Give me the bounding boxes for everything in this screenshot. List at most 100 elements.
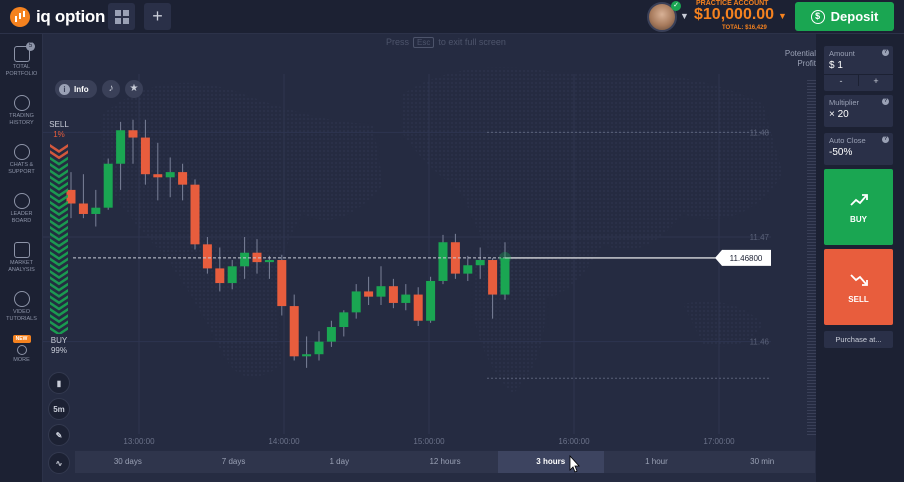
candle-body (165, 172, 175, 178)
timeframe-bar: 30 days 7 days 1 day 12 hours 3 hours 1 hour 3… (75, 451, 815, 473)
live-point-glow (499, 251, 511, 264)
candle-body (351, 291, 361, 313)
sidebar-item-video-tutorials[interactable]: VIDEO TUTORIALS (0, 291, 43, 322)
timeframe-option[interactable]: 30 days (75, 451, 181, 473)
sidebar-item-more[interactable]: NEW MORE (0, 335, 43, 364)
auto-close-value[interactable]: -50% (824, 145, 893, 161)
sell-label: SELL (848, 295, 869, 304)
y-tick-label: 11.48 (750, 128, 770, 137)
multiplier-field[interactable]: Multiplier? × 20 (824, 95, 893, 127)
app-window: iq option + ✓ ▼ PRACTICE ACCOUNT $10,000… (0, 0, 904, 482)
account-balance[interactable]: $10,000.00 (694, 6, 774, 24)
dollar-icon: $ (810, 9, 825, 24)
help-icon[interactable]: ? (882, 136, 889, 143)
deposit-label: Deposit (830, 9, 879, 24)
sidebar-item-label: TRADING HISTORY (9, 113, 34, 126)
grid-icon (114, 9, 129, 24)
chevron-down-icon[interactable]: ▼ (680, 11, 689, 21)
timeframe-option[interactable]: 3 hours (497, 451, 604, 473)
balance-chevron-down-icon[interactable]: ▼ (778, 11, 787, 21)
favorite-button[interactable]: ★ (125, 80, 143, 98)
candle-body (376, 286, 386, 297)
candle-body (240, 252, 250, 267)
account-total: TOTAL: $16,429 (722, 25, 767, 31)
leaderboard-icon (13, 193, 30, 209)
candle-body (413, 294, 423, 321)
candle-body (215, 268, 225, 284)
sidebar-item-history[interactable]: TRADING HISTORY (0, 95, 43, 126)
candle-timeframe-button[interactable]: 5m (48, 398, 70, 420)
drawing-tools-button[interactable]: ✎ (48, 424, 70, 446)
multiplier-label: Multiplier? (829, 98, 889, 107)
multiplier-value[interactable]: × 20 (824, 107, 893, 123)
auto-close-label: Auto Close? (829, 136, 889, 145)
sell-button[interactable]: SELL (824, 249, 893, 325)
x-tick-label: 14:00:00 (268, 437, 300, 446)
candle-body (401, 294, 411, 303)
candle-body (178, 172, 188, 185)
logo-icon (10, 7, 30, 27)
timeframe-option[interactable]: 7 days (181, 451, 287, 473)
sidebar-item-label: CHATS & SUPPORT (8, 162, 35, 175)
y-tick-label: 11.47 (750, 233, 770, 242)
candle-body (475, 260, 485, 266)
buy-sentiment: BUY 99% (48, 336, 70, 356)
sidebar-item-chats[interactable]: CHATS & SUPPORT (0, 144, 43, 175)
play-icon (13, 291, 30, 307)
candle-body (314, 341, 324, 355)
layout-grid-button[interactable] (108, 3, 135, 30)
timeframe-option[interactable]: 30 min (709, 451, 815, 473)
new-badge: NEW (12, 335, 31, 343)
logo[interactable]: iq option (10, 7, 105, 27)
chart-canvas: 11.46800 13:00:00 14:00:00 15:00:00 16:00:0… (43, 67, 783, 446)
timeframe-option[interactable]: 12 hours (392, 451, 498, 473)
buy-label: BUY (850, 215, 867, 224)
analysis-icon (13, 242, 30, 258)
amount-field[interactable]: Amount? $ 1 - + (824, 46, 893, 91)
meter-chevron (50, 144, 68, 153)
candle-body (438, 242, 448, 281)
deposit-button[interactable]: $ Deposit (795, 2, 894, 31)
timeframe-option[interactable]: 1 hour (604, 451, 710, 473)
sell-sentiment-label: SELL (49, 120, 69, 129)
auto-close-field[interactable]: Auto Close? -50% (824, 133, 893, 165)
amount-stepper: - + (824, 74, 893, 86)
bell-button[interactable]: ♪ (102, 80, 120, 98)
amount-value[interactable]: $ 1 (824, 58, 893, 74)
timeframe-option[interactable]: 1 day (286, 451, 392, 473)
help-icon[interactable]: ? (882, 49, 889, 56)
amount-increase-button[interactable]: + (859, 75, 893, 86)
candle-body (339, 312, 349, 328)
mouse-cursor-icon (569, 455, 580, 473)
chart-type-button[interactable]: ▮ (48, 372, 70, 394)
sidebar-item-portfolio[interactable]: TOTAL PORTFOLIO (0, 46, 43, 77)
candle-body (190, 184, 200, 245)
candle-body (426, 280, 436, 321)
sell-sentiment: SELL 1% (48, 120, 70, 140)
indicators-button[interactable]: ∿ (48, 452, 70, 474)
add-chart-button[interactable]: + (144, 3, 171, 30)
help-icon[interactable]: ? (882, 98, 889, 105)
candle-body (140, 137, 150, 175)
amount-decrease-button[interactable]: - (824, 75, 859, 86)
info-button[interactable]: i Info (55, 80, 97, 98)
sidebar-item-label: LEADER BOARD (10, 211, 33, 224)
candle-body (388, 286, 398, 303)
more-icon (16, 345, 27, 355)
candle-body (463, 265, 473, 274)
candle-body (78, 203, 88, 214)
portfolio-count-badge: 5 (26, 42, 35, 51)
candle-body (289, 306, 299, 357)
esc-key: Esc (413, 37, 435, 48)
price-chart[interactable]: 11.46800 13:00:00 14:00:00 15:00:00 16:00:0… (43, 34, 816, 450)
history-icon (13, 95, 30, 111)
sidebar-item-market-analysis[interactable]: MARKET ANALYSIS (0, 242, 43, 273)
candle-body (116, 130, 126, 164)
top-bar: iq option + ✓ ▼ PRACTICE ACCOUNT $10,000… (0, 0, 904, 34)
price-scale-ruler (807, 80, 816, 435)
buy-button[interactable]: BUY (824, 169, 893, 245)
candle-body (326, 327, 336, 342)
purchase-at-button[interactable]: Purchase at... (824, 331, 893, 348)
sidebar-item-leaderboard[interactable]: LEADER BOARD (0, 193, 43, 224)
y-tick-label: 11.46 (750, 338, 770, 347)
